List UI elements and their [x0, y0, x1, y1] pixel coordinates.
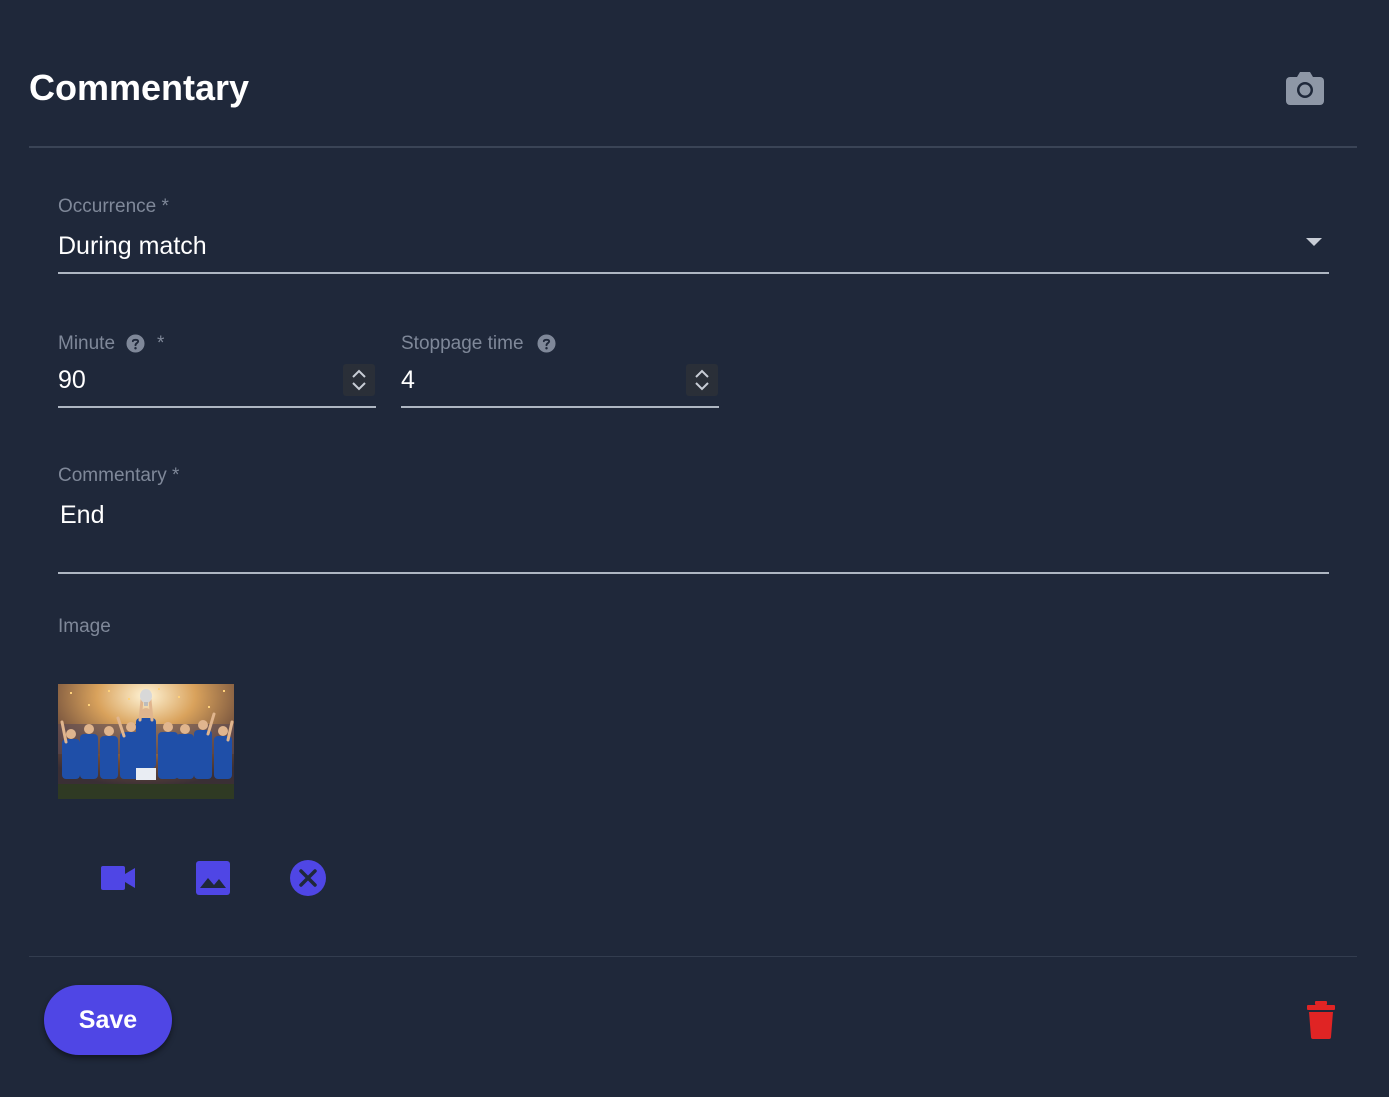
commentary-underline: [58, 572, 1329, 574]
image-icon[interactable]: [196, 861, 230, 895]
footer-divider: [29, 956, 1357, 957]
save-button[interactable]: Save: [44, 985, 172, 1055]
camera-icon: [1286, 72, 1324, 105]
commentary-dialog: Commentary Occurrence * During match Min…: [0, 0, 1389, 1097]
close-circle-icon[interactable]: [290, 860, 326, 896]
delete-button[interactable]: [1306, 1001, 1336, 1039]
occurrence-underline: [58, 272, 1329, 274]
trash-icon: [1307, 1001, 1335, 1039]
occurrence-label: Occurrence *: [58, 196, 169, 217]
arrow-drop-down-icon: [1306, 238, 1322, 246]
video-camera-icon[interactable]: [101, 864, 135, 892]
minute-value: 90: [58, 366, 86, 394]
commentary-label: Commentary *: [58, 465, 180, 486]
occurrence-value: During match: [58, 232, 207, 260]
minute-input[interactable]: 90: [58, 360, 376, 408]
minute-required-mark: *: [157, 333, 165, 354]
dialog-title: Commentary: [29, 67, 250, 108]
commentary-textarea[interactable]: End: [58, 494, 1329, 574]
minute-stepper[interactable]: [343, 364, 375, 396]
occurrence-select[interactable]: During match: [58, 222, 1329, 274]
stoppage-input[interactable]: 4: [401, 360, 719, 408]
chevron-up-down-icon: [695, 369, 709, 391]
minute-underline: [58, 406, 376, 408]
help-circle-icon[interactable]: [126, 334, 145, 353]
camera-button[interactable]: [1286, 70, 1328, 106]
image-label: Image: [58, 616, 111, 637]
image-thumbnail[interactable]: [58, 684, 234, 799]
stoppage-stepper[interactable]: [686, 364, 718, 396]
stoppage-underline: [401, 406, 719, 408]
stoppage-value: 4: [401, 366, 415, 394]
help-circle-icon[interactable]: [537, 334, 556, 353]
minute-label: Minute: [58, 333, 116, 354]
celebration-photo: [58, 684, 234, 799]
stoppage-label: Stoppage time: [401, 333, 524, 354]
commentary-value: End: [60, 501, 105, 529]
chevron-up-down-icon: [352, 369, 366, 391]
